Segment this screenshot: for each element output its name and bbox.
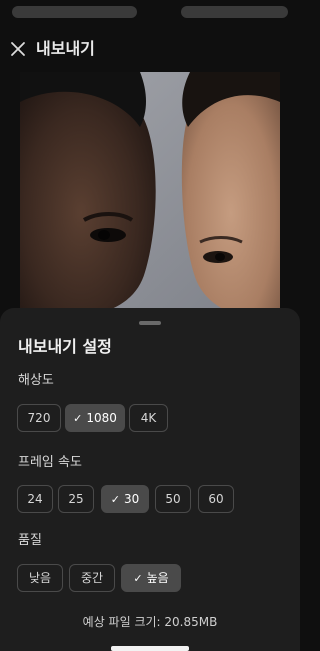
preview-image (20, 72, 280, 322)
header: 내보내기 (0, 34, 300, 64)
frame-rate-option-60[interactable]: 60 (198, 485, 234, 513)
frame-rate-label: 프레임 속도 (18, 455, 82, 470)
close-icon[interactable] (10, 41, 26, 57)
status-pill-left (12, 6, 137, 18)
export-settings-sheet: 내보내기 설정 해상도 720 ✓ 1080 4K 프레임 속도 24 25 ✓ 3… (0, 308, 300, 651)
home-indicator (111, 646, 189, 651)
frame-rate-option-24[interactable]: 24 (17, 485, 53, 513)
frame-rate-option-50[interactable]: 50 (155, 485, 191, 513)
resolution-option-4k[interactable]: 4K (129, 404, 168, 432)
resolution-label: 해상도 (18, 373, 54, 388)
check-icon: ✓ (133, 572, 143, 585)
preview-photo (20, 72, 280, 322)
status-pill-right (181, 6, 288, 18)
resolution-option-720[interactable]: 720 (17, 404, 61, 432)
page-title: 내보내기 (36, 39, 95, 58)
quality-label: 품질 (18, 533, 42, 548)
status-bar (0, 6, 300, 20)
quality-option-high[interactable]: ✓ 높음 (121, 564, 181, 592)
resolution-option-1080[interactable]: ✓ 1080 (65, 404, 125, 432)
check-icon: ✓ (110, 493, 120, 506)
quality-option-medium[interactable]: 중간 (69, 564, 115, 592)
estimated-file-size: 예상 파일 크기: 20.85MB (82, 615, 218, 629)
frame-rate-option-25[interactable]: 25 (58, 485, 94, 513)
sheet-title: 내보내기 설정 (18, 337, 112, 356)
check-icon: ✓ (73, 412, 83, 425)
quality-option-low[interactable]: 낮음 (17, 564, 63, 592)
frame-rate-option-30[interactable]: ✓ 30 (101, 485, 149, 513)
sheet-grabber[interactable] (139, 321, 161, 325)
